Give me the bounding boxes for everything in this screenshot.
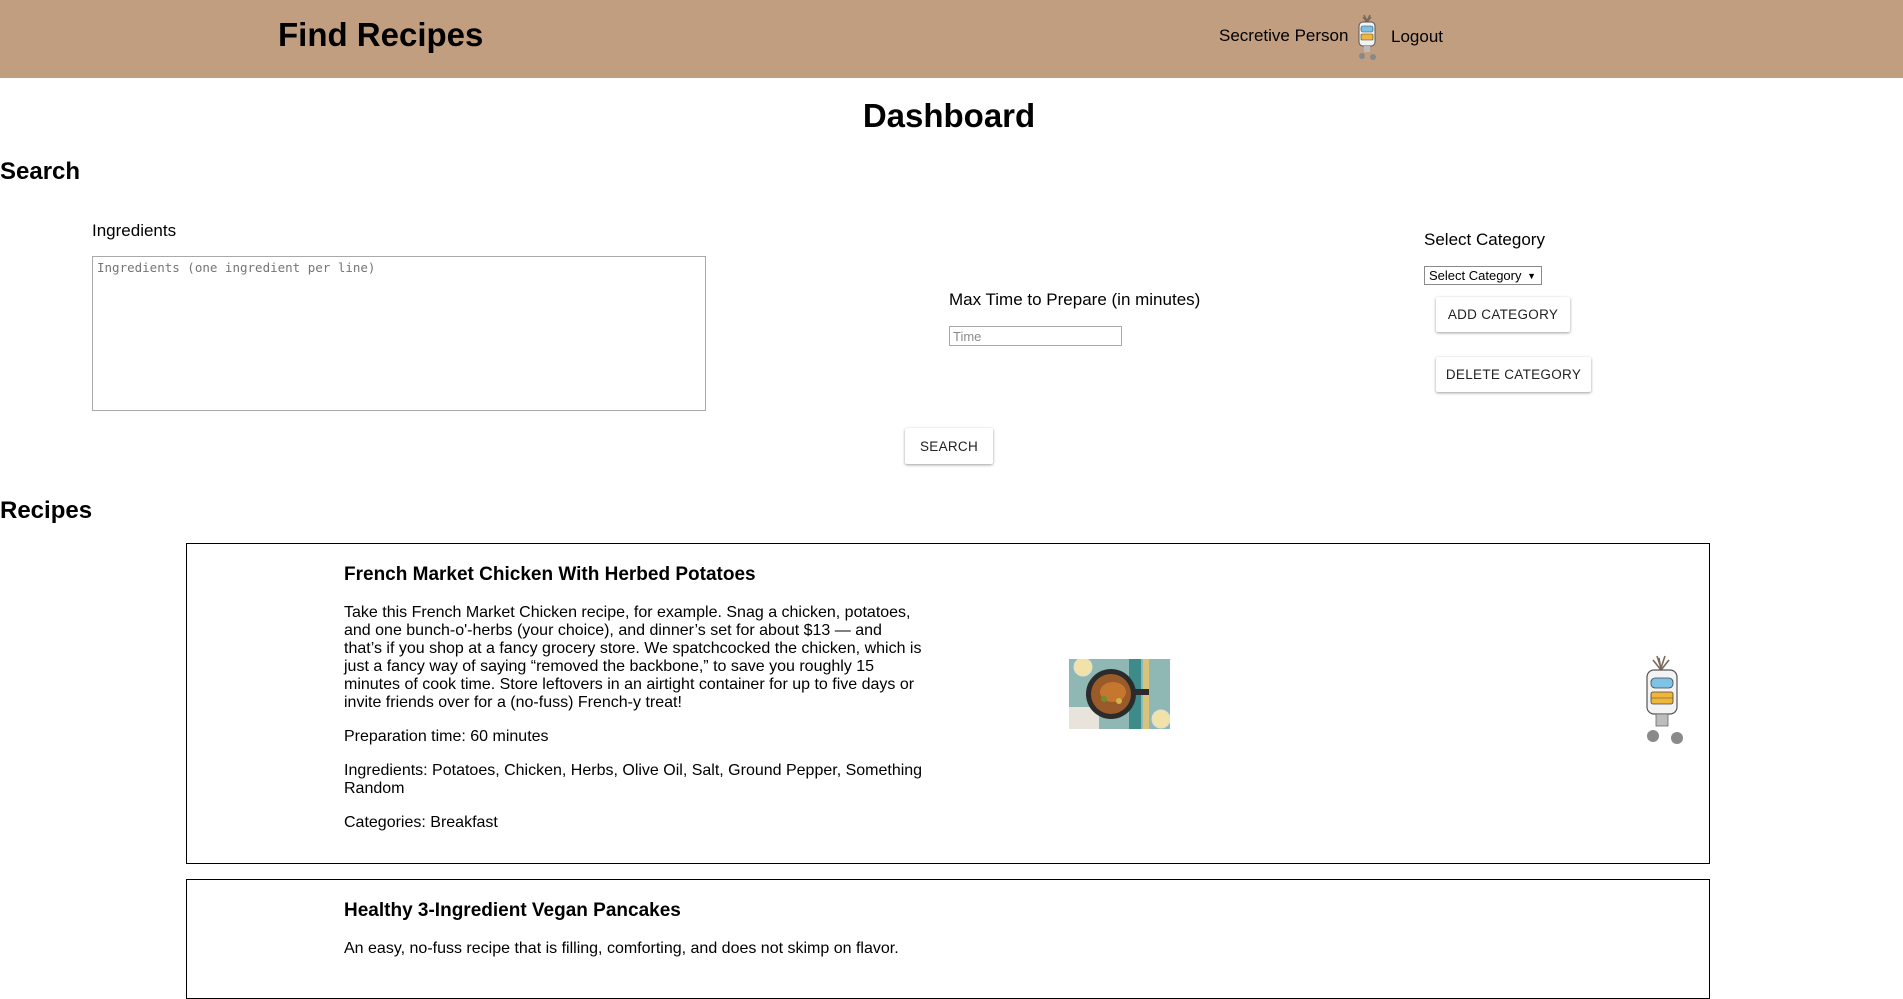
chevron-down-icon: ▼ [1527,271,1536,281]
search-button[interactable]: SEARCH [905,428,993,464]
author-avatar [1646,655,1683,744]
recipe-description: An easy, no-fuss recipe that is filling,… [344,940,899,957]
recipe-title[interactable]: French Market Chicken With Herbed Potato… [344,564,756,586]
recipe-prep-time: Preparation time: 60 minutes [344,728,549,745]
delete-category-button[interactable]: DELETE CATEGORY [1436,357,1591,392]
category-label: Select Category [1424,230,1545,249]
recipe-image [1069,659,1170,729]
top-header: Find Recipes Secretive Person Logout [0,0,1903,78]
search-heading: Search [0,158,81,185]
recipe-card[interactable]: Healthy 3-Ingredient Vegan Pancakes An e… [186,879,1710,999]
ingredients-input[interactable] [92,256,706,411]
app-title[interactable]: Find Recipes [278,16,483,54]
max-time-label: Max Time to Prepare (in minutes) [949,290,1201,309]
recipe-categories: Categories: Breakfast [344,814,498,831]
recipes-heading: Recipes [0,497,93,524]
recipe-ingredients: Ingredients: Potatoes, Chicken, Herbs, O… [344,762,923,797]
category-select-value: Select Category [1429,268,1522,283]
add-category-button[interactable]: ADD CATEGORY [1436,297,1570,332]
user-name: Secretive Person [1219,26,1349,45]
category-select[interactable]: Select Category ▼ [1424,266,1542,285]
avatar[interactable] [1354,13,1380,63]
logout-link[interactable]: Logout [1391,27,1443,47]
recipe-description: Take this French Market Chicken recipe, … [344,604,922,711]
time-input[interactable] [949,326,1122,346]
recipe-title[interactable]: Healthy 3-Ingredient Vegan Pancakes [344,900,681,922]
page-title: Dashboard [862,97,1036,134]
recipe-card[interactable]: French Market Chicken With Herbed Potato… [186,543,1710,864]
ingredients-label: Ingredients [92,221,177,240]
